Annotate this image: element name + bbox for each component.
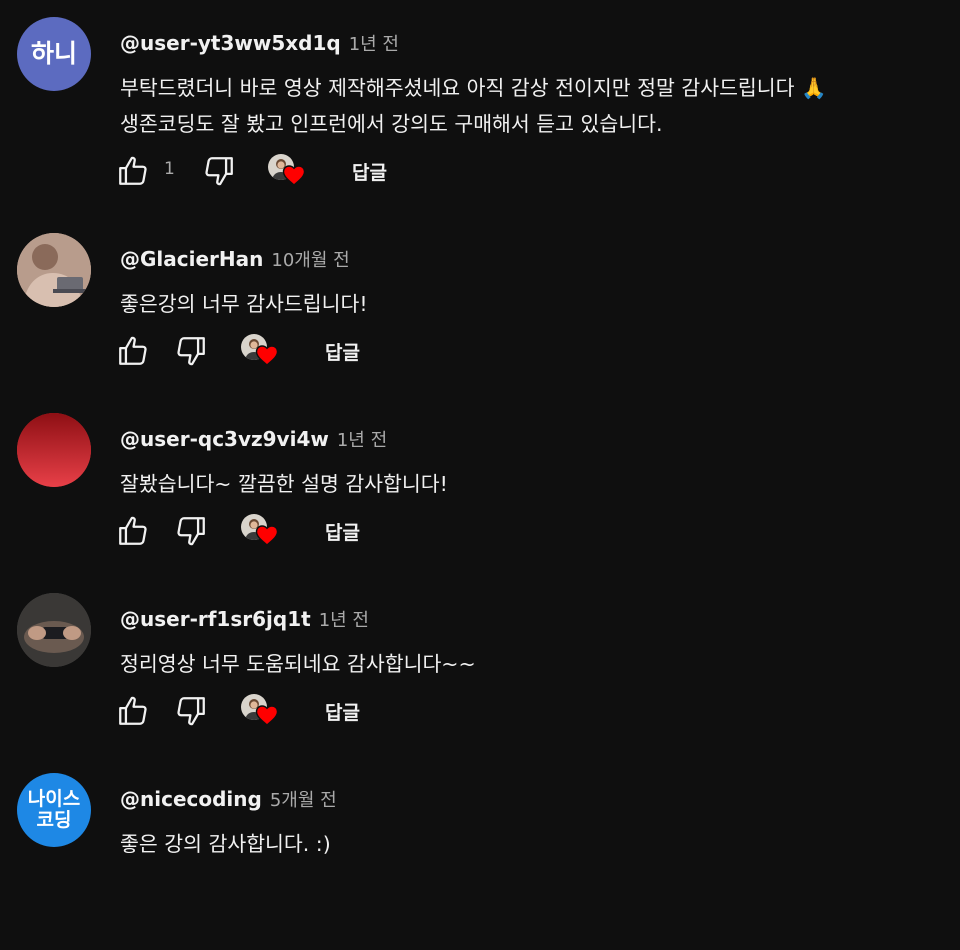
comment-actions: 답글	[116, 510, 516, 550]
creator-heart-icon	[255, 524, 279, 546]
comment-actions: 1 답글	[116, 150, 516, 190]
comment-header: @user-qc3vz9vi4w 1년 전	[120, 426, 387, 452]
comment-thread: 나이스 코딩 @nicecoding 5개월 전 좋은 강의 감사합니다. :)	[0, 770, 960, 950]
comment-actions: 답글	[116, 330, 516, 370]
comment-text-line: 생존코딩도 잘 봤고 인프런에서 강의도 구매해서 듣고 있습니다.	[120, 112, 663, 136]
comment-time[interactable]: 1년 전	[319, 606, 369, 632]
avatar-photo	[17, 593, 91, 667]
reply-button[interactable]: 답글	[325, 518, 360, 545]
comment-text: 좋은 강의 감사합니다. :)	[120, 826, 331, 862]
comment-thread: @user-rf1sr6jq1t 1년 전 정리영상 너무 도움되네요 감사합니…	[0, 590, 960, 770]
comment-time[interactable]: 1년 전	[349, 30, 399, 56]
creator-heart-icon	[255, 704, 279, 726]
reply-button[interactable]: 답글	[325, 338, 360, 365]
comment-text-line: 부탁드렸더니 바로 영상 제작해주셨네요 아직 감상 전이지만 정말 감사드립니…	[120, 76, 827, 100]
comment-text: 정리영상 너무 도움되네요 감사합니다~~	[120, 646, 476, 682]
thumb-down-icon[interactable]	[202, 154, 236, 188]
thumb-up-icon[interactable]	[116, 694, 150, 728]
thumb-up-icon[interactable]	[116, 154, 150, 188]
comment-text: 잘봤습니다~ 깔끔한 설명 감사합니다!	[120, 466, 448, 502]
thumb-down-icon[interactable]	[174, 514, 208, 548]
thumb-up-icon[interactable]	[116, 334, 150, 368]
thumb-down-icon[interactable]	[174, 694, 208, 728]
comment-header: @GlacierHan 10개월 전	[120, 246, 350, 272]
avatar-photo	[17, 233, 91, 307]
comment-time[interactable]: 10개월 전	[271, 246, 349, 272]
author-name[interactable]: @GlacierHan	[120, 247, 263, 271]
thumb-up-icon[interactable]	[116, 514, 150, 548]
avatar-photo	[17, 413, 91, 487]
comment-text: 좋은강의 너무 감사드립니다!	[120, 286, 368, 322]
comment-thread: 하니 @user-yt3ww5xd1q 1년 전 부탁드렸더니 바로 영상 제작…	[0, 14, 960, 194]
thumb-down-icon[interactable]	[174, 334, 208, 368]
author-name[interactable]: @user-qc3vz9vi4w	[120, 427, 329, 451]
avatar-text: 하니	[30, 39, 77, 69]
comment-actions: 답글	[116, 690, 516, 730]
author-name[interactable]: @user-rf1sr6jq1t	[120, 607, 311, 631]
creator-heart-icon	[255, 344, 279, 366]
avatar[interactable]	[17, 593, 91, 667]
creator-heart-badge	[241, 514, 285, 552]
creator-heart-badge	[241, 694, 285, 732]
comment-text-line: 좋은강의 너무 감사드립니다!	[120, 292, 368, 316]
comment-text-line: 정리영상 너무 도움되네요 감사합니다~~	[120, 652, 476, 676]
comment-time[interactable]: 1년 전	[337, 426, 387, 452]
creator-heart-badge	[241, 334, 285, 372]
avatar[interactable]	[17, 413, 91, 487]
avatar-text: 나이스 코딩	[27, 788, 81, 831]
avatar[interactable]	[17, 233, 91, 307]
comment-text-line: 좋은 강의 감사합니다. :)	[120, 832, 331, 856]
comment-thread: @user-qc3vz9vi4w 1년 전 잘봤습니다~ 깔끔한 설명 감사합니…	[0, 410, 960, 590]
author-name[interactable]: @user-yt3ww5xd1q	[120, 31, 341, 55]
comment-header: @nicecoding 5개월 전	[120, 786, 337, 812]
reply-button[interactable]: 답글	[325, 698, 360, 725]
reply-button[interactable]: 답글	[352, 158, 387, 185]
comment-thread: @GlacierHan 10개월 전 좋은강의 너무 감사드립니다! 답글	[0, 230, 960, 410]
creator-heart-badge	[268, 154, 312, 192]
avatar[interactable]: 하니	[17, 17, 91, 91]
comment-text-line: 잘봤습니다~ 깔끔한 설명 감사합니다!	[120, 472, 448, 496]
comment-text: 부탁드렸더니 바로 영상 제작해주셨네요 아직 감상 전이지만 정말 감사드립니…	[120, 70, 827, 142]
comment-time[interactable]: 5개월 전	[270, 786, 337, 812]
avatar[interactable]: 나이스 코딩	[17, 773, 91, 847]
creator-heart-icon	[282, 164, 306, 186]
like-count: 1	[164, 159, 175, 179]
comment-header: @user-rf1sr6jq1t 1년 전	[120, 606, 369, 632]
comment-header: @user-yt3ww5xd1q 1년 전	[120, 30, 399, 56]
author-name[interactable]: @nicecoding	[120, 787, 262, 811]
